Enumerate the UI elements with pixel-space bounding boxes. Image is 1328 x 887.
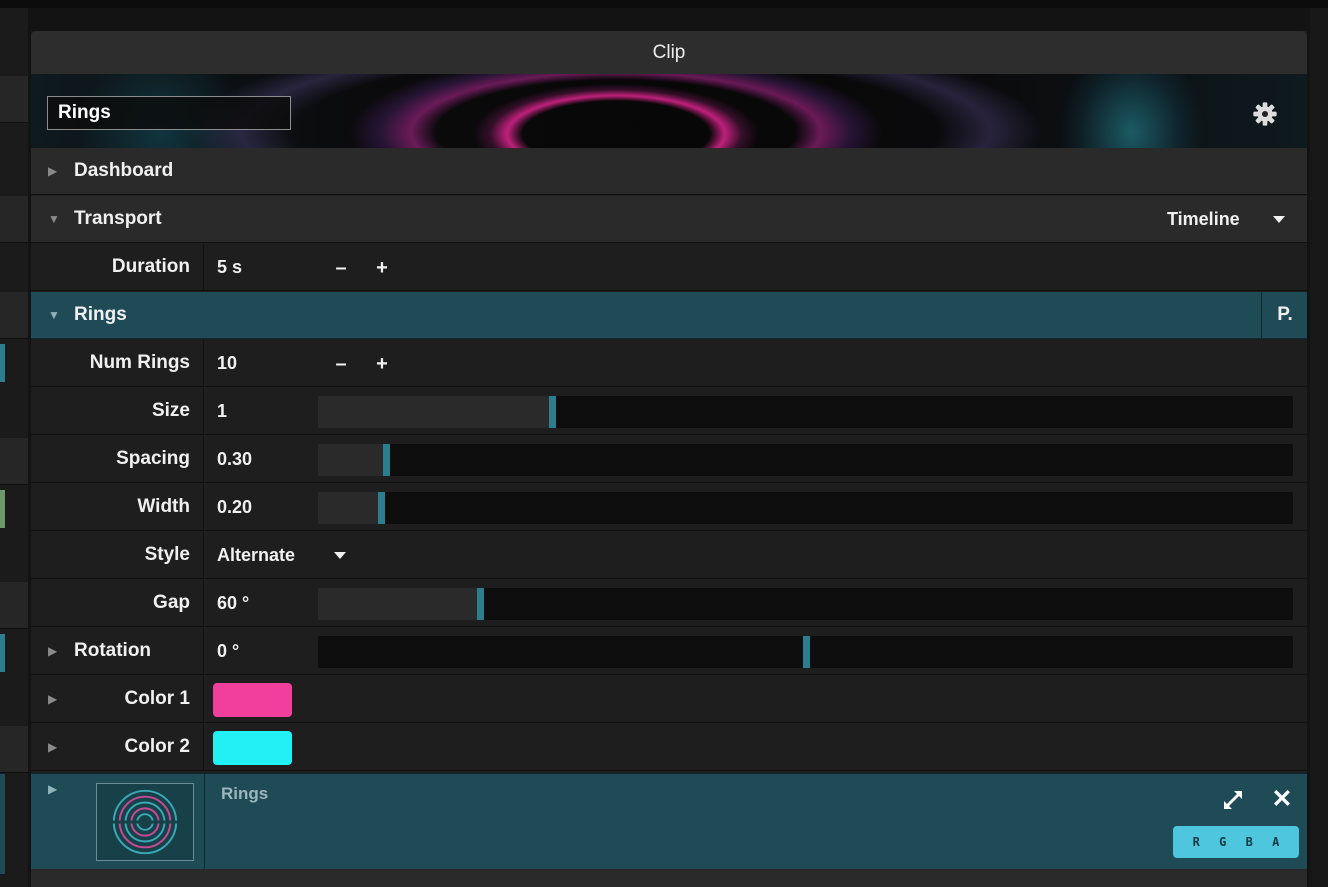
effect-layer-rings[interactable]: ▶ Rings ✕ R G B A: [31, 773, 1307, 871]
num-rings-value[interactable]: 10: [217, 340, 237, 386]
param-width: Width 0.20: [31, 484, 1307, 531]
param-duration: Duration 5 s – +: [31, 244, 1307, 291]
rail-segment: [0, 76, 28, 123]
rings-effect-thumbnail: [96, 783, 194, 861]
style-select[interactable]: Alternate: [217, 532, 295, 578]
clip-name-input[interactable]: Rings: [47, 96, 291, 130]
spacing-slider[interactable]: [318, 444, 1293, 476]
param-label: Width: [31, 484, 204, 530]
width-value[interactable]: 0.20: [217, 484, 252, 530]
slider-fill: [318, 444, 386, 476]
param-label: Color 1: [31, 676, 204, 722]
section-title: Rings: [74, 304, 127, 325]
expand-triangle-icon[interactable]: ▶: [48, 148, 57, 194]
size-value[interactable]: 1: [217, 388, 227, 434]
rotation-value[interactable]: 0 °: [217, 628, 239, 674]
channel-b[interactable]: B: [1246, 835, 1253, 849]
rotation-slider[interactable]: [318, 636, 1293, 668]
slider-fill: [318, 492, 381, 524]
rail-accent: [0, 490, 5, 528]
clip-panel: Clip Rings ▶ Dashboard ▼ Transport Timel…: [31, 31, 1307, 887]
channel-g[interactable]: G: [1219, 835, 1226, 849]
color2-swatch[interactable]: [213, 731, 292, 765]
collapse-triangle-icon[interactable]: ▼: [48, 292, 60, 338]
param-label: Rotation: [31, 628, 204, 674]
param-color2: ▶ Color 2: [31, 724, 1307, 771]
close-icon[interactable]: ✕: [1268, 782, 1296, 816]
channel-r[interactable]: R: [1193, 835, 1200, 849]
gap-value[interactable]: 60 °: [217, 580, 249, 626]
slider-handle[interactable]: [477, 588, 484, 620]
param-label: Num Rings: [31, 340, 204, 386]
transport-mode-select[interactable]: Timeline: [1167, 196, 1240, 242]
rail-segment: [0, 582, 28, 629]
parameter-presets-button[interactable]: P.: [1261, 292, 1307, 338]
param-gap: Gap 60 °: [31, 580, 1307, 627]
chevron-down-icon[interactable]: [334, 552, 346, 559]
param-label: Gap: [31, 580, 204, 626]
collapse-triangle-icon[interactable]: ▼: [48, 196, 60, 242]
slider-handle[interactable]: [803, 636, 810, 668]
section-dashboard[interactable]: ▶ Dashboard: [31, 148, 1307, 195]
rail-accent: [0, 634, 5, 672]
layer-name: Rings: [221, 784, 269, 803]
param-style: Style Alternate: [31, 532, 1307, 579]
top-strip: [0, 0, 1328, 8]
duration-decrement-button[interactable]: –: [330, 244, 352, 292]
spacing-value[interactable]: 0.30: [217, 436, 252, 482]
slider-fill: [318, 588, 480, 620]
slider-handle[interactable]: [378, 492, 385, 524]
rail-segment: [0, 438, 28, 485]
param-label: Duration: [31, 244, 204, 290]
channel-a[interactable]: A: [1272, 835, 1279, 849]
rgba-channel-toggle[interactable]: R G B A: [1173, 826, 1299, 858]
slider-handle[interactable]: [383, 444, 390, 476]
param-rotation: ▶ Rotation 0 °: [31, 628, 1307, 675]
panel-title: Clip: [31, 31, 1307, 74]
param-color1: ▶ Color 1: [31, 676, 1307, 723]
param-spacing: Spacing 0.30: [31, 436, 1307, 483]
section-transport[interactable]: ▼ Transport Timeline: [31, 196, 1307, 243]
num-rings-increment-button[interactable]: +: [371, 340, 393, 388]
next-section-row: [31, 869, 1307, 887]
param-num-rings: Num Rings 10 – +: [31, 340, 1307, 387]
param-label: Size: [31, 388, 204, 434]
left-track-rail: [0, 8, 28, 887]
gap-slider[interactable]: [318, 588, 1293, 620]
rail-segment: [0, 726, 28, 773]
duration-value[interactable]: 5 s: [217, 244, 242, 290]
expand-icon[interactable]: [1221, 788, 1245, 812]
expand-triangle-icon[interactable]: ▶: [48, 766, 57, 812]
param-label: Style: [31, 532, 204, 578]
rail-segment: [0, 196, 28, 243]
color1-swatch[interactable]: [213, 683, 292, 717]
param-label: Spacing: [31, 436, 204, 482]
rail-segment: [0, 292, 28, 339]
layer-left-cell: ▶: [31, 774, 205, 870]
param-size: Size 1: [31, 388, 1307, 435]
duration-increment-button[interactable]: +: [371, 244, 393, 292]
section-rings[interactable]: ▼ Rings P.: [31, 292, 1307, 339]
section-title: Transport: [74, 208, 162, 229]
gear-icon[interactable]: [1251, 100, 1279, 128]
slider-fill: [318, 396, 552, 428]
slider-handle[interactable]: [549, 396, 556, 428]
param-label: Color 2: [31, 724, 204, 770]
num-rings-decrement-button[interactable]: –: [330, 340, 352, 388]
right-rail: [1310, 8, 1328, 887]
rail-accent: [0, 344, 5, 382]
size-slider[interactable]: [318, 396, 1293, 428]
section-title: Dashboard: [74, 160, 174, 181]
rail-accent: [0, 774, 5, 874]
width-slider[interactable]: [318, 492, 1293, 524]
chevron-down-icon[interactable]: [1273, 216, 1285, 223]
